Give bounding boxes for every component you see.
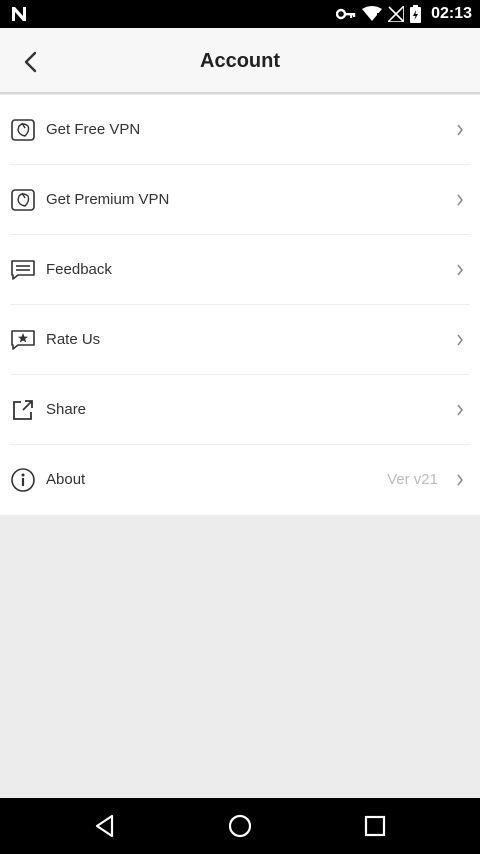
back-button[interactable] — [12, 44, 48, 80]
menu-item-label: Get Free VPN — [46, 121, 141, 138]
share-external-icon — [13, 400, 33, 420]
menu-item-rate-us[interactable]: Rate Us — [0, 305, 480, 375]
signal-icon — [388, 6, 405, 22]
status-bar: 02:13 — [0, 0, 480, 28]
app-bar: Account — [0, 28, 480, 94]
vpn-badge-icon — [11, 119, 35, 141]
menu-item-about[interactable]: About Ver v21 — [0, 445, 480, 515]
menu-item-get-premium-vpn[interactable]: Get Premium VPN — [0, 165, 480, 235]
wifi-icon — [362, 6, 383, 21]
nav-home-icon[interactable] — [226, 812, 254, 840]
back-arrow-icon — [24, 51, 37, 73]
menu-item-get-free-vpn[interactable]: Get Free VPN — [0, 95, 480, 165]
info-icon — [11, 468, 35, 492]
chevron-right-icon — [457, 124, 463, 136]
chevron-right-icon — [457, 334, 463, 346]
status-time: 02:13 — [431, 5, 472, 22]
system-navigation-bar — [0, 798, 480, 854]
vpn-badge-icon — [11, 189, 35, 211]
status-icons: 02:13 — [336, 0, 472, 28]
nav-back-icon[interactable] — [91, 812, 119, 840]
chevron-right-icon — [457, 404, 463, 416]
menu-item-label: About — [46, 471, 86, 488]
notification-n-icon — [12, 7, 26, 21]
menu-item-share[interactable]: Share — [0, 375, 480, 445]
vpn-key-icon — [336, 8, 356, 20]
chevron-right-icon — [457, 474, 463, 486]
nav-recents-icon[interactable] — [361, 812, 389, 840]
menu-item-label: Feedback — [46, 261, 112, 278]
battery-icon — [410, 5, 422, 23]
chat-message-icon — [11, 260, 35, 280]
menu-item-feedback[interactable]: Feedback — [0, 235, 480, 305]
chevron-right-icon — [457, 194, 463, 206]
menu-item-label: Share — [46, 401, 87, 418]
chevron-right-icon — [457, 264, 463, 276]
menu-item-label: Get Premium VPN — [46, 191, 170, 208]
account-menu: Get Free VPN Get Premium VPN Feedback Ra… — [0, 95, 480, 515]
page-title: Account — [200, 50, 280, 72]
menu-item-label: Rate Us — [46, 331, 101, 348]
star-message-icon — [11, 330, 35, 350]
app-version: Ver v21 — [387, 471, 438, 488]
